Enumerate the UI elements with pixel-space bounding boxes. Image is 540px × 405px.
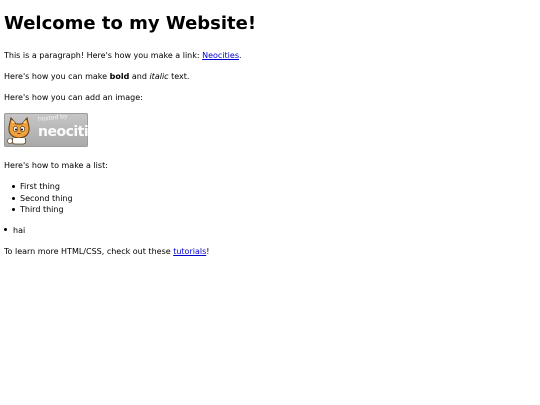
list-item: Second thing [12,193,73,205]
image-intro: Here's how you can add an image: [4,93,143,102]
intro-paragraph: This is a paragraph! Here's how you make… [4,50,242,61]
neocities-cat-icon [7,116,30,145]
bold-text: bold [109,72,130,81]
hosted-by-neocities-badge: hosted by neocities [4,113,88,147]
extra-item-text: hai [13,226,26,235]
format-mid: and [129,72,150,81]
format-suffix: text. [168,72,190,81]
page-body: Welcome to my Website! This is a paragra… [0,0,540,405]
italic-text: italic [149,72,169,81]
footer-paragraph: To learn more HTML/CSS, check out these … [4,246,209,257]
list-intro: Here's how to make a list: [4,161,108,170]
bulleted-list: First thing Second thing Third thing [12,181,73,216]
intro-text: This is a paragraph! Here's how you make… [4,51,203,60]
badge-neocities-text: neocities [38,124,88,140]
page-title: Welcome to my Website! [4,13,257,34]
extra-list-item: hai [4,225,25,236]
intro-end: . [239,51,242,60]
list-item: First thing [12,181,73,193]
neocities-link[interactable]: Neocities [202,51,239,60]
badge-hosted-by-text: hosted by [37,113,68,123]
format-paragraph: Here's how you can make bold and italic … [4,71,189,82]
footer-prefix: To learn more HTML/CSS, check out these [4,247,174,256]
footer-suffix: ! [206,247,210,256]
list-item: Third thing [12,204,73,216]
format-prefix: Here's how you can make [4,72,110,81]
tutorials-link[interactable]: tutorials [173,247,206,256]
bullet-icon [4,228,7,231]
